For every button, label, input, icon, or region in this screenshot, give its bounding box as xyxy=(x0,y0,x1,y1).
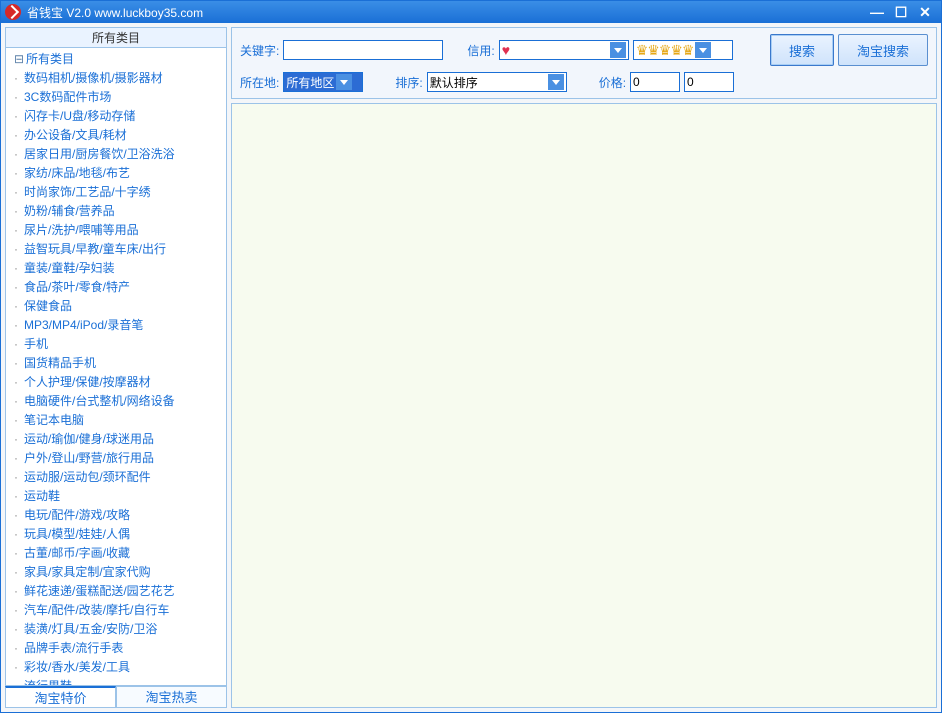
price-label: 价格: xyxy=(599,74,626,91)
app-icon xyxy=(5,4,21,20)
tree-item[interactable]: 食品/茶叶/零食/特产 xyxy=(10,278,222,297)
tree-item[interactable]: 流行男鞋 xyxy=(10,677,222,686)
maximize-button[interactable]: ☐ xyxy=(889,4,913,20)
credit-label: 信用: xyxy=(467,42,494,59)
search-bar: 关键字: 信用: ♥ ♛♛♛♛♛ 搜索 淘宝搜索 xyxy=(231,27,937,99)
keyword-input[interactable] xyxy=(283,40,443,60)
close-button[interactable]: ✕ xyxy=(913,4,937,20)
tree-item[interactable]: MP3/MP4/iPod/录音笔 xyxy=(10,316,222,335)
tree-item[interactable]: 电脑硬件/台式整机/网络设备 xyxy=(10,392,222,411)
body: 所有类目 所有类目数码相机/摄像机/摄影器材3C数码配件市场闪存卡/U盘/移动存… xyxy=(1,23,941,712)
tree-item[interactable]: 奶粉/辅食/营养品 xyxy=(10,202,222,221)
tree-item[interactable]: 童装/童鞋/孕妇装 xyxy=(10,259,222,278)
app-window: 省钱宝 V2.0 www.luckboy35.com — ☐ ✕ 所有类目 所有… xyxy=(0,0,942,713)
tree-item[interactable]: 电玩/配件/游戏/攻略 xyxy=(10,506,222,525)
results-panel xyxy=(231,103,937,708)
tab-hot[interactable]: 淘宝热卖 xyxy=(116,686,227,708)
category-header: 所有类目 xyxy=(5,27,227,47)
tree-item[interactable]: 运动鞋 xyxy=(10,487,222,506)
chevron-down-icon xyxy=(336,74,352,90)
credit-from-combo[interactable]: ♥ xyxy=(499,40,629,60)
titlebar[interactable]: 省钱宝 V2.0 www.luckboy35.com — ☐ ✕ xyxy=(1,1,941,23)
tree-item[interactable]: 家纺/床品/地毯/布艺 xyxy=(10,164,222,183)
sidebar: 所有类目 所有类目数码相机/摄像机/摄影器材3C数码配件市场闪存卡/U盘/移动存… xyxy=(5,27,227,708)
tree-item[interactable]: 数码相机/摄像机/摄影器材 xyxy=(10,69,222,88)
tree-item[interactable]: 运动/瑜伽/健身/球迷用品 xyxy=(10,430,222,449)
tab-discount[interactable]: 淘宝特价 xyxy=(5,686,116,708)
tree-item[interactable]: 尿片/洗护/喂哺等用品 xyxy=(10,221,222,240)
tree-item[interactable]: 玩具/模型/娃娃/人偶 xyxy=(10,525,222,544)
tree-item[interactable]: 笔记本电脑 xyxy=(10,411,222,430)
sort-value: 默认排序 xyxy=(430,74,478,91)
tree-item[interactable]: 鲜花速递/蛋糕配送/园艺花艺 xyxy=(10,582,222,601)
tree-item[interactable]: 手机 xyxy=(10,335,222,354)
tree-item[interactable]: 古董/邮币/字画/收藏 xyxy=(10,544,222,563)
chevron-down-icon xyxy=(610,42,626,58)
search-button[interactable]: 搜索 xyxy=(770,34,834,66)
location-label: 所在地: xyxy=(240,74,279,91)
sort-combo[interactable]: 默认排序 xyxy=(427,72,567,92)
sort-label: 排序: xyxy=(395,74,422,91)
crown-icon: ♛♛♛♛♛ xyxy=(636,42,694,59)
keyword-label: 关键字: xyxy=(240,42,279,59)
tree-item[interactable]: 闪存卡/U盘/移动存储 xyxy=(10,107,222,126)
tree-item[interactable]: 3C数码配件市场 xyxy=(10,88,222,107)
window-title: 省钱宝 V2.0 www.luckboy35.com xyxy=(27,4,865,21)
tree-item[interactable]: 户外/登山/野营/旅行用品 xyxy=(10,449,222,468)
tree-item[interactable]: 运动服/运动包/颈环配件 xyxy=(10,468,222,487)
location-combo[interactable]: 所有地区 xyxy=(283,72,363,92)
heart-icon: ♥ xyxy=(502,42,510,58)
tree-item[interactable]: 个人护理/保健/按摩器材 xyxy=(10,373,222,392)
price-from-input[interactable] xyxy=(630,72,680,92)
tree-item[interactable]: 装潢/灯具/五金/安防/卫浴 xyxy=(10,620,222,639)
location-value: 所有地区 xyxy=(286,74,334,91)
tree-item[interactable]: 家具/家具定制/宜家代购 xyxy=(10,563,222,582)
category-tree[interactable]: 所有类目数码相机/摄像机/摄影器材3C数码配件市场闪存卡/U盘/移动存储办公设备… xyxy=(5,47,227,686)
bottom-tabs: 淘宝特价 淘宝热卖 xyxy=(5,686,227,708)
main-area: 关键字: 信用: ♥ ♛♛♛♛♛ 搜索 淘宝搜索 xyxy=(231,27,937,708)
chevron-down-icon xyxy=(548,74,564,90)
tree-item[interactable]: 时尚家饰/工艺品/十字绣 xyxy=(10,183,222,202)
tree-item[interactable]: 品牌手表/流行手表 xyxy=(10,639,222,658)
chevron-down-icon xyxy=(695,42,711,58)
credit-to-combo[interactable]: ♛♛♛♛♛ xyxy=(633,40,733,60)
minimize-button[interactable]: — xyxy=(865,4,889,20)
tree-item[interactable]: 国货精品手机 xyxy=(10,354,222,373)
tree-root[interactable]: 所有类目 xyxy=(10,50,222,69)
tree-item[interactable]: 益智玩具/早教/童车床/出行 xyxy=(10,240,222,259)
tree-item[interactable]: 办公设备/文具/耗材 xyxy=(10,126,222,145)
tree-item[interactable]: 居家日用/厨房餐饮/卫浴洗浴 xyxy=(10,145,222,164)
taobao-search-button[interactable]: 淘宝搜索 xyxy=(838,34,928,66)
tree-item[interactable]: 保健食品 xyxy=(10,297,222,316)
tree-item[interactable]: 汽车/配件/改装/摩托/自行车 xyxy=(10,601,222,620)
price-to-input[interactable] xyxy=(684,72,734,92)
tree-item[interactable]: 彩妆/香水/美发/工具 xyxy=(10,658,222,677)
